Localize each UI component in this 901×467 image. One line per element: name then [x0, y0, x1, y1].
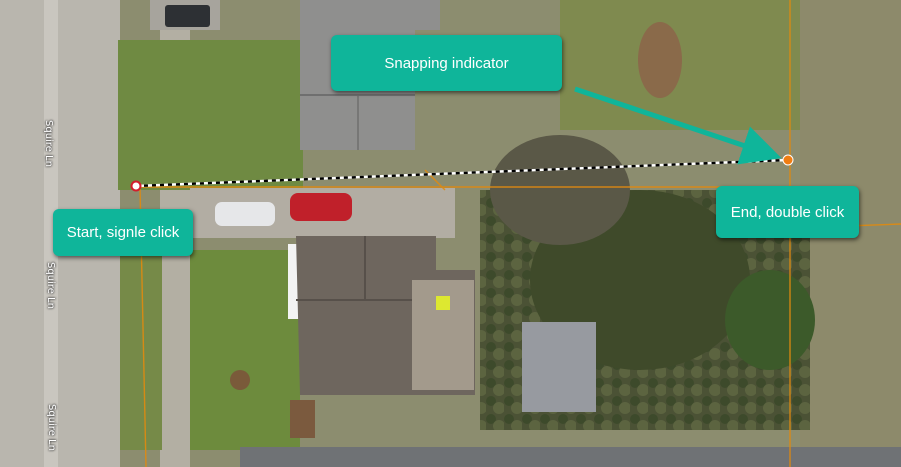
lawn-front: [190, 250, 300, 450]
garden-bed: [638, 22, 682, 98]
parked-car-white: [215, 202, 275, 226]
street-label-squire-ln-2: Squire Ln: [45, 262, 56, 309]
end-double-click-callout: End, double click: [716, 186, 859, 238]
tree-bare: [490, 135, 630, 245]
bench: [290, 400, 315, 438]
start-vertex-marker[interactable]: [130, 180, 142, 192]
alley: [240, 447, 901, 467]
start-click-callout: Start, signle click: [53, 209, 193, 256]
map-viewer[interactable]: Squire Ln Squire Ln Squire Ln Snapping i…: [0, 0, 901, 467]
lawn-north: [118, 40, 303, 190]
garage-roof: [522, 322, 596, 412]
street-label-squire-ln-1: Squire Ln: [43, 120, 54, 167]
parked-car-red: [290, 193, 352, 221]
evergreen-tree: [725, 270, 815, 370]
patio-table: [436, 296, 450, 310]
snap-vertex-marker[interactable]: [782, 154, 794, 166]
snapping-indicator-callout: Snapping indicator: [331, 35, 562, 91]
parked-car-dark: [165, 5, 210, 27]
street-label-squire-ln-3: Squire Ln: [46, 404, 57, 451]
stump: [230, 370, 250, 390]
